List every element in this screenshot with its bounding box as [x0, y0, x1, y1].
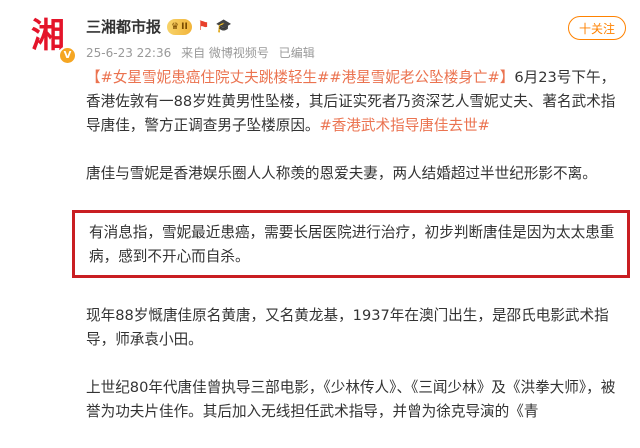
hashtag-link[interactable]: 【#女星雪妮患癌住院丈夫跳楼轻生##港星雪妮老公坠楼身亡#】	[86, 69, 514, 86]
user-name[interactable]: 三湘都市报	[86, 16, 161, 37]
crown-icon: ♛	[171, 21, 180, 32]
graduation-cap-icon[interactable]: 🎓	[215, 20, 231, 33]
user-name-row: 三湘都市报 ♛ II ⚑ 🎓	[86, 16, 232, 37]
edited-label[interactable]: 已编辑	[279, 46, 315, 60]
flag-badge-icon[interactable]: ⚑	[198, 20, 210, 33]
timestamp[interactable]: 25-6-23 22:36	[86, 46, 171, 60]
hashtag-link[interactable]: #香港武术指导唐佳去世#	[320, 117, 490, 134]
post-paragraph-5: 上世纪80年代唐佳曾执导三部电影，《少林传人》、《三闻少林》及《洪拳大师》，被誉…	[86, 379, 616, 420]
post-paragraph-3: 有消息指，雪妮最近患癌，需要长居医院进行治疗，初步判断唐佳是因为太太患重病，感到…	[89, 224, 615, 265]
post-paragraph-2: 唐佳与雪妮是香港娱乐圈人人称羡的恩爱夫妻，两人结婚超过半世纪形影不离。	[86, 165, 597, 182]
post-paragraph-1: 【#女星雪妮患癌住院丈夫跳楼轻生##港星雪妮老公坠楼身亡#】6月23号下午，香港…	[86, 66, 616, 138]
highlight-box: 有消息指，雪妮最近患癌，需要长居医院进行治疗，初步判断唐佳是因为太太患重病，感到…	[72, 210, 630, 278]
post-source: 来自 微博视频号	[181, 46, 269, 60]
vip-level: II	[181, 21, 188, 32]
post-meta: 25-6-23 22:36 来自 微博视频号 已编辑	[86, 44, 321, 61]
post-paragraph-4: 现年88岁慨唐佳原名黄唐，又名黄龙基，1937年在澳门出生，是邵氏电影武术指导，…	[86, 307, 609, 348]
follow-button[interactable]: 十关注	[568, 16, 626, 40]
post-content: 【#女星雪妮患癌住院丈夫跳楼轻生##港星雪妮老公坠楼身亡#】6月23号下午，香港…	[72, 66, 630, 448]
vip-badge[interactable]: ♛ II	[167, 18, 192, 35]
v-verified-icon: V	[58, 46, 77, 65]
